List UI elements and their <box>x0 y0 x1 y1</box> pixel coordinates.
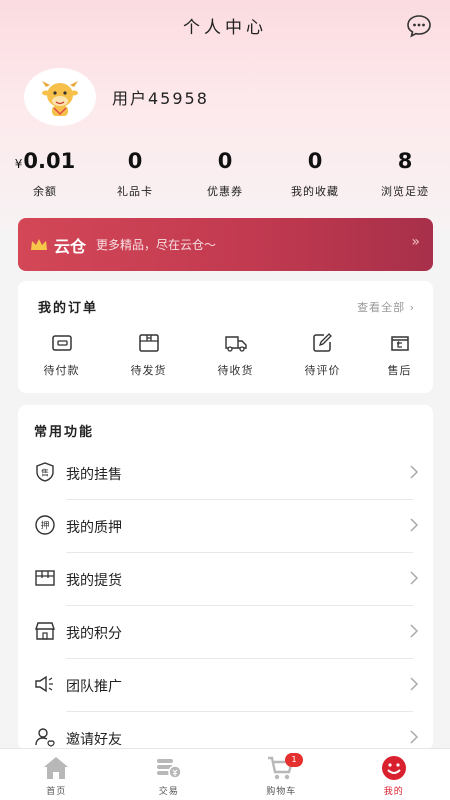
box-icon <box>138 334 159 352</box>
order-label: 待发货 <box>130 364 167 377</box>
chevron-right-icon <box>410 571 419 585</box>
chevron-right-icon <box>410 518 419 532</box>
common-functions-card: 常用功能 售 我的挂售 押 我的质押 我的提货 我的积分 团队推广 邀请好友 <box>18 405 433 750</box>
double-chevron-right-icon: » <box>411 234 419 250</box>
chevron-right-icon <box>410 624 419 638</box>
order-label: 待收货 <box>217 364 254 377</box>
function-my-points[interactable]: 我的积分 <box>18 606 433 659</box>
tab-cart[interactable]: 1 购物车 <box>225 749 338 800</box>
home-icon <box>44 757 69 779</box>
shop-icon <box>35 622 55 640</box>
svg-text:押: 押 <box>40 520 49 532</box>
stat-label: 我的收藏 <box>291 185 339 198</box>
order-pending-receipt[interactable]: 待收货 <box>192 333 279 383</box>
pledge-icon: 押 <box>35 515 55 535</box>
view-all-label: 查看全部 <box>357 301 406 314</box>
trade-coins-icon <box>156 759 182 779</box>
stat-favorites[interactable]: 0 我的收藏 <box>270 145 360 205</box>
chat-bubble-icon[interactable] <box>406 13 432 39</box>
function-list: 售 我的挂售 押 我的质押 我的提货 我的积分 团队推广 邀请好友 <box>18 447 433 765</box>
package-icon <box>35 570 55 586</box>
stat-gift-card[interactable]: 0 礼品卡 <box>90 145 180 205</box>
edit-icon <box>312 333 332 352</box>
cloud-description: 更多精品，尽在云仓～ <box>96 238 217 252</box>
stat-label: 余额 <box>33 185 57 198</box>
invite-user-icon <box>35 728 55 747</box>
order-after-sales[interactable]: 售后 <box>366 333 433 383</box>
bottom-tab-bar: 首页 交易 1 购物车 我的 <box>0 748 450 800</box>
smile-profile-icon <box>381 756 406 780</box>
function-label: 团队推广 <box>66 679 122 695</box>
tab-profile[interactable]: 我的 <box>338 749 450 800</box>
chevron-right-icon <box>410 730 419 744</box>
tab-label: 购物车 <box>266 787 297 797</box>
stat-label: 浏览足迹 <box>381 185 429 198</box>
order-pending-review[interactable]: 待评价 <box>279 333 366 383</box>
tab-trade[interactable]: 交易 <box>113 749 226 800</box>
function-label: 我的挂售 <box>66 467 122 483</box>
cloud-warehouse-banner[interactable]: 云仓 更多精品，尽在云仓～ » <box>18 218 433 271</box>
order-label: 待评价 <box>304 364 341 377</box>
stat-balance[interactable]: ¥0.01 余额 <box>0 145 90 205</box>
function-my-pickups[interactable]: 我的提货 <box>18 553 433 606</box>
stat-value: 0 <box>307 149 323 173</box>
stat-label: 礼品卡 <box>117 185 153 198</box>
sale-shield-icon: 售 <box>36 462 54 482</box>
chevron-right-icon <box>410 677 419 691</box>
stat-value: 0.01 <box>23 149 76 173</box>
stat-label: 优惠券 <box>207 185 243 198</box>
stat-history[interactable]: 8 浏览足迹 <box>360 145 450 205</box>
function-my-pledges[interactable]: 押 我的质押 <box>18 500 433 553</box>
view-all-orders-link[interactable]: 查看全部 › <box>357 299 415 315</box>
function-label: 我的积分 <box>66 626 122 642</box>
cow-mascot-icon <box>42 81 78 116</box>
megaphone-icon <box>35 675 53 693</box>
order-pending-payment[interactable]: 待付款 <box>18 333 105 383</box>
username: 用户45958 <box>112 89 209 108</box>
stat-value: 8 <box>397 149 413 173</box>
truck-icon <box>224 336 247 352</box>
function-my-listings[interactable]: 售 我的挂售 <box>18 447 433 500</box>
orders-card: 我的订单 查看全部 › 待付款 待发货 待收货 待评价 售后 <box>18 281 433 393</box>
tab-label: 交易 <box>158 787 179 797</box>
order-status-row: 待付款 待发货 待收货 待评价 售后 <box>18 333 433 383</box>
stat-value: 0 <box>127 149 143 173</box>
crown-icon <box>31 238 47 250</box>
return-icon <box>390 336 409 351</box>
avatar[interactable] <box>24 68 96 126</box>
order-pending-shipment[interactable]: 待发货 <box>105 333 192 383</box>
cart-badge: 1 <box>285 753 303 767</box>
tab-home[interactable]: 首页 <box>0 749 113 800</box>
order-label: 待付款 <box>43 364 80 377</box>
function-label: 邀请好友 <box>66 732 122 748</box>
stat-value: 0 <box>217 149 233 173</box>
functions-title: 常用功能 <box>34 425 95 440</box>
profile-section[interactable]: 用户45958 <box>24 68 209 126</box>
tab-label: 首页 <box>46 787 67 797</box>
orders-title: 我的订单 <box>38 301 99 316</box>
currency-symbol: ¥ <box>14 157 23 171</box>
function-label: 我的提货 <box>66 573 122 589</box>
wallet-icon <box>51 335 72 351</box>
tab-label: 我的 <box>383 787 404 797</box>
function-team-promotion[interactable]: 团队推广 <box>18 659 433 712</box>
cloud-name: 云仓 <box>54 236 87 256</box>
page-title: 个人中心 <box>183 17 267 38</box>
function-label: 我的质押 <box>66 520 122 536</box>
order-label: 售后 <box>387 364 412 377</box>
top-header: 个人中心 <box>0 0 450 50</box>
svg-text:售: 售 <box>41 468 49 478</box>
stat-coupon[interactable]: 0 优惠券 <box>180 145 270 205</box>
chevron-right-icon <box>410 465 419 479</box>
stats-row: ¥0.01 余额 0 礼品卡 0 优惠券 0 我的收藏 8 浏览足迹 <box>0 145 450 205</box>
